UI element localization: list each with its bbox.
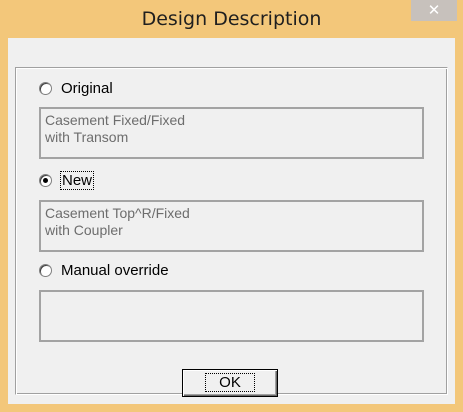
dialog-window: Design Description ✕ Original Casement F…: [0, 0, 463, 412]
close-button[interactable]: ✕: [411, 0, 457, 21]
ok-button-label: OK: [205, 373, 255, 392]
window-title: Design Description: [141, 8, 322, 30]
radio-original[interactable]: Original: [39, 78, 113, 98]
radio-manual-override-circle[interactable]: [39, 263, 52, 277]
dialog-client-area: Original Casement Fixed/Fixed with Trans…: [8, 38, 455, 404]
radio-original-label: Original: [61, 79, 113, 97]
radio-manual-override[interactable]: Manual override: [39, 260, 169, 280]
close-icon: ✕: [427, 1, 441, 19]
title-bar[interactable]: Design Description ✕: [0, 0, 463, 38]
radio-new-label: New: [59, 170, 95, 190]
original-description-field: Casement Fixed/Fixed with Transom: [39, 107, 424, 159]
ok-button[interactable]: OK: [182, 369, 278, 397]
manual-override-field[interactable]: [39, 290, 424, 342]
radio-original-circle[interactable]: [39, 81, 52, 95]
radio-new-circle[interactable]: [39, 173, 52, 187]
new-description-field: Casement Top^R/Fixed with Coupler: [39, 200, 424, 252]
radio-new[interactable]: New: [39, 170, 95, 190]
radio-manual-override-label: Manual override: [61, 261, 169, 279]
